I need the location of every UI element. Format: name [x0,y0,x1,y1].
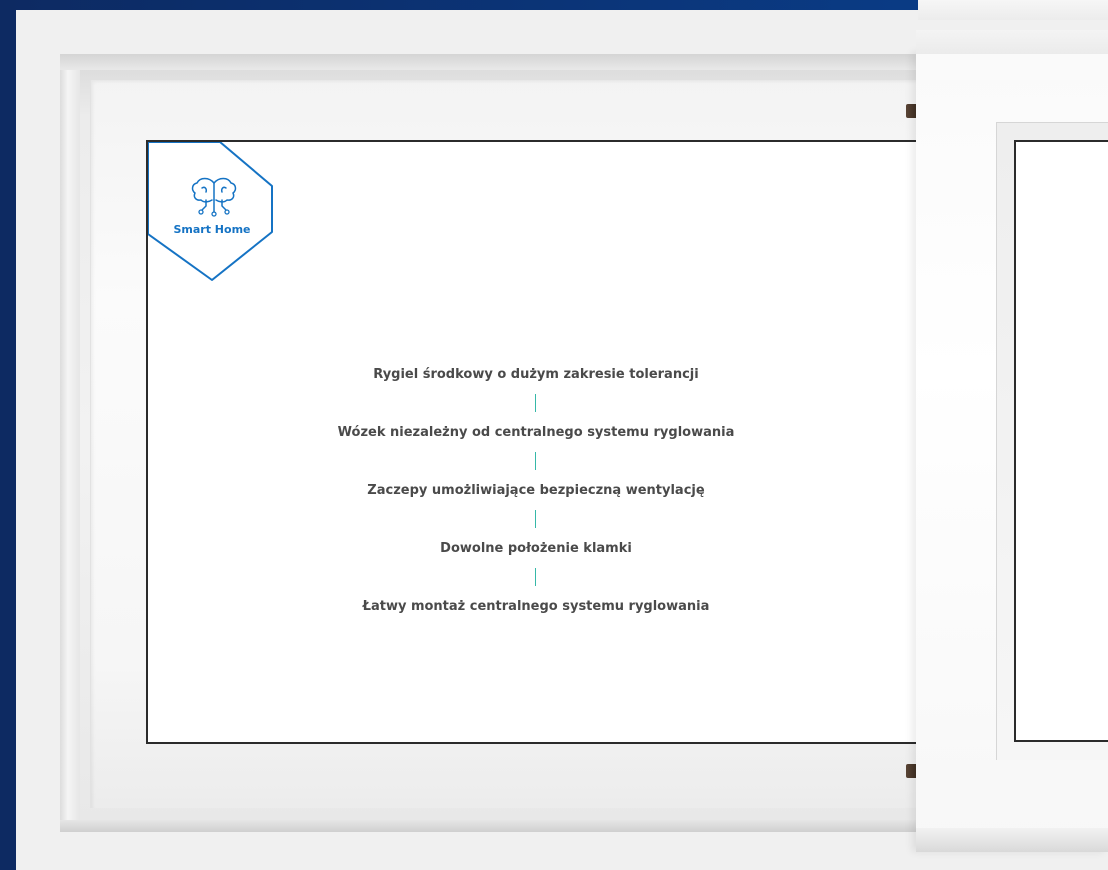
feature-list: Rygiel środkowy o dużym zakresie toleran… [146,362,926,652]
frame-top-rail [60,54,918,70]
right-window-frame [916,30,1108,852]
feature-divider [535,452,536,470]
feature-item: Dowolne położenie klamki [146,536,926,594]
smart-home-badge: Smart Home [148,142,276,282]
brain-circuit-icon [191,177,237,217]
feature-text: Łatwy montaż centralnego systemu ryglowa… [362,599,710,614]
top-right-sheen [918,0,1108,20]
feature-text: Rygiel środkowy o dużym zakresie toleran… [373,367,699,382]
feature-divider [535,394,536,412]
right-frame-bottom [916,828,1108,852]
frame-left-rail [60,70,80,820]
feature-text: Zaczepy umożliwiające bezpieczną wentyla… [367,483,705,498]
badge-label: Smart Home [173,223,251,236]
feature-divider [535,510,536,528]
feature-text: Dowolne położenie klamki [440,541,632,556]
right-frame-top-ledge [916,30,1108,54]
feature-item: Rygiel środkowy o dużym zakresie toleran… [146,362,926,420]
feature-item: Zaczepy umożliwiające bezpieczną wentyla… [146,478,926,536]
feature-item: Łatwy montaż centralnego systemu ryglowa… [146,594,926,652]
feature-divider [535,568,536,586]
feature-text: Wózek niezależny od centralnego systemu … [337,425,735,440]
frame-bottom-rail [60,820,918,832]
feature-item: Wózek niezależny od centralnego systemu … [146,420,926,478]
right-window-glass-pane [1014,140,1108,742]
